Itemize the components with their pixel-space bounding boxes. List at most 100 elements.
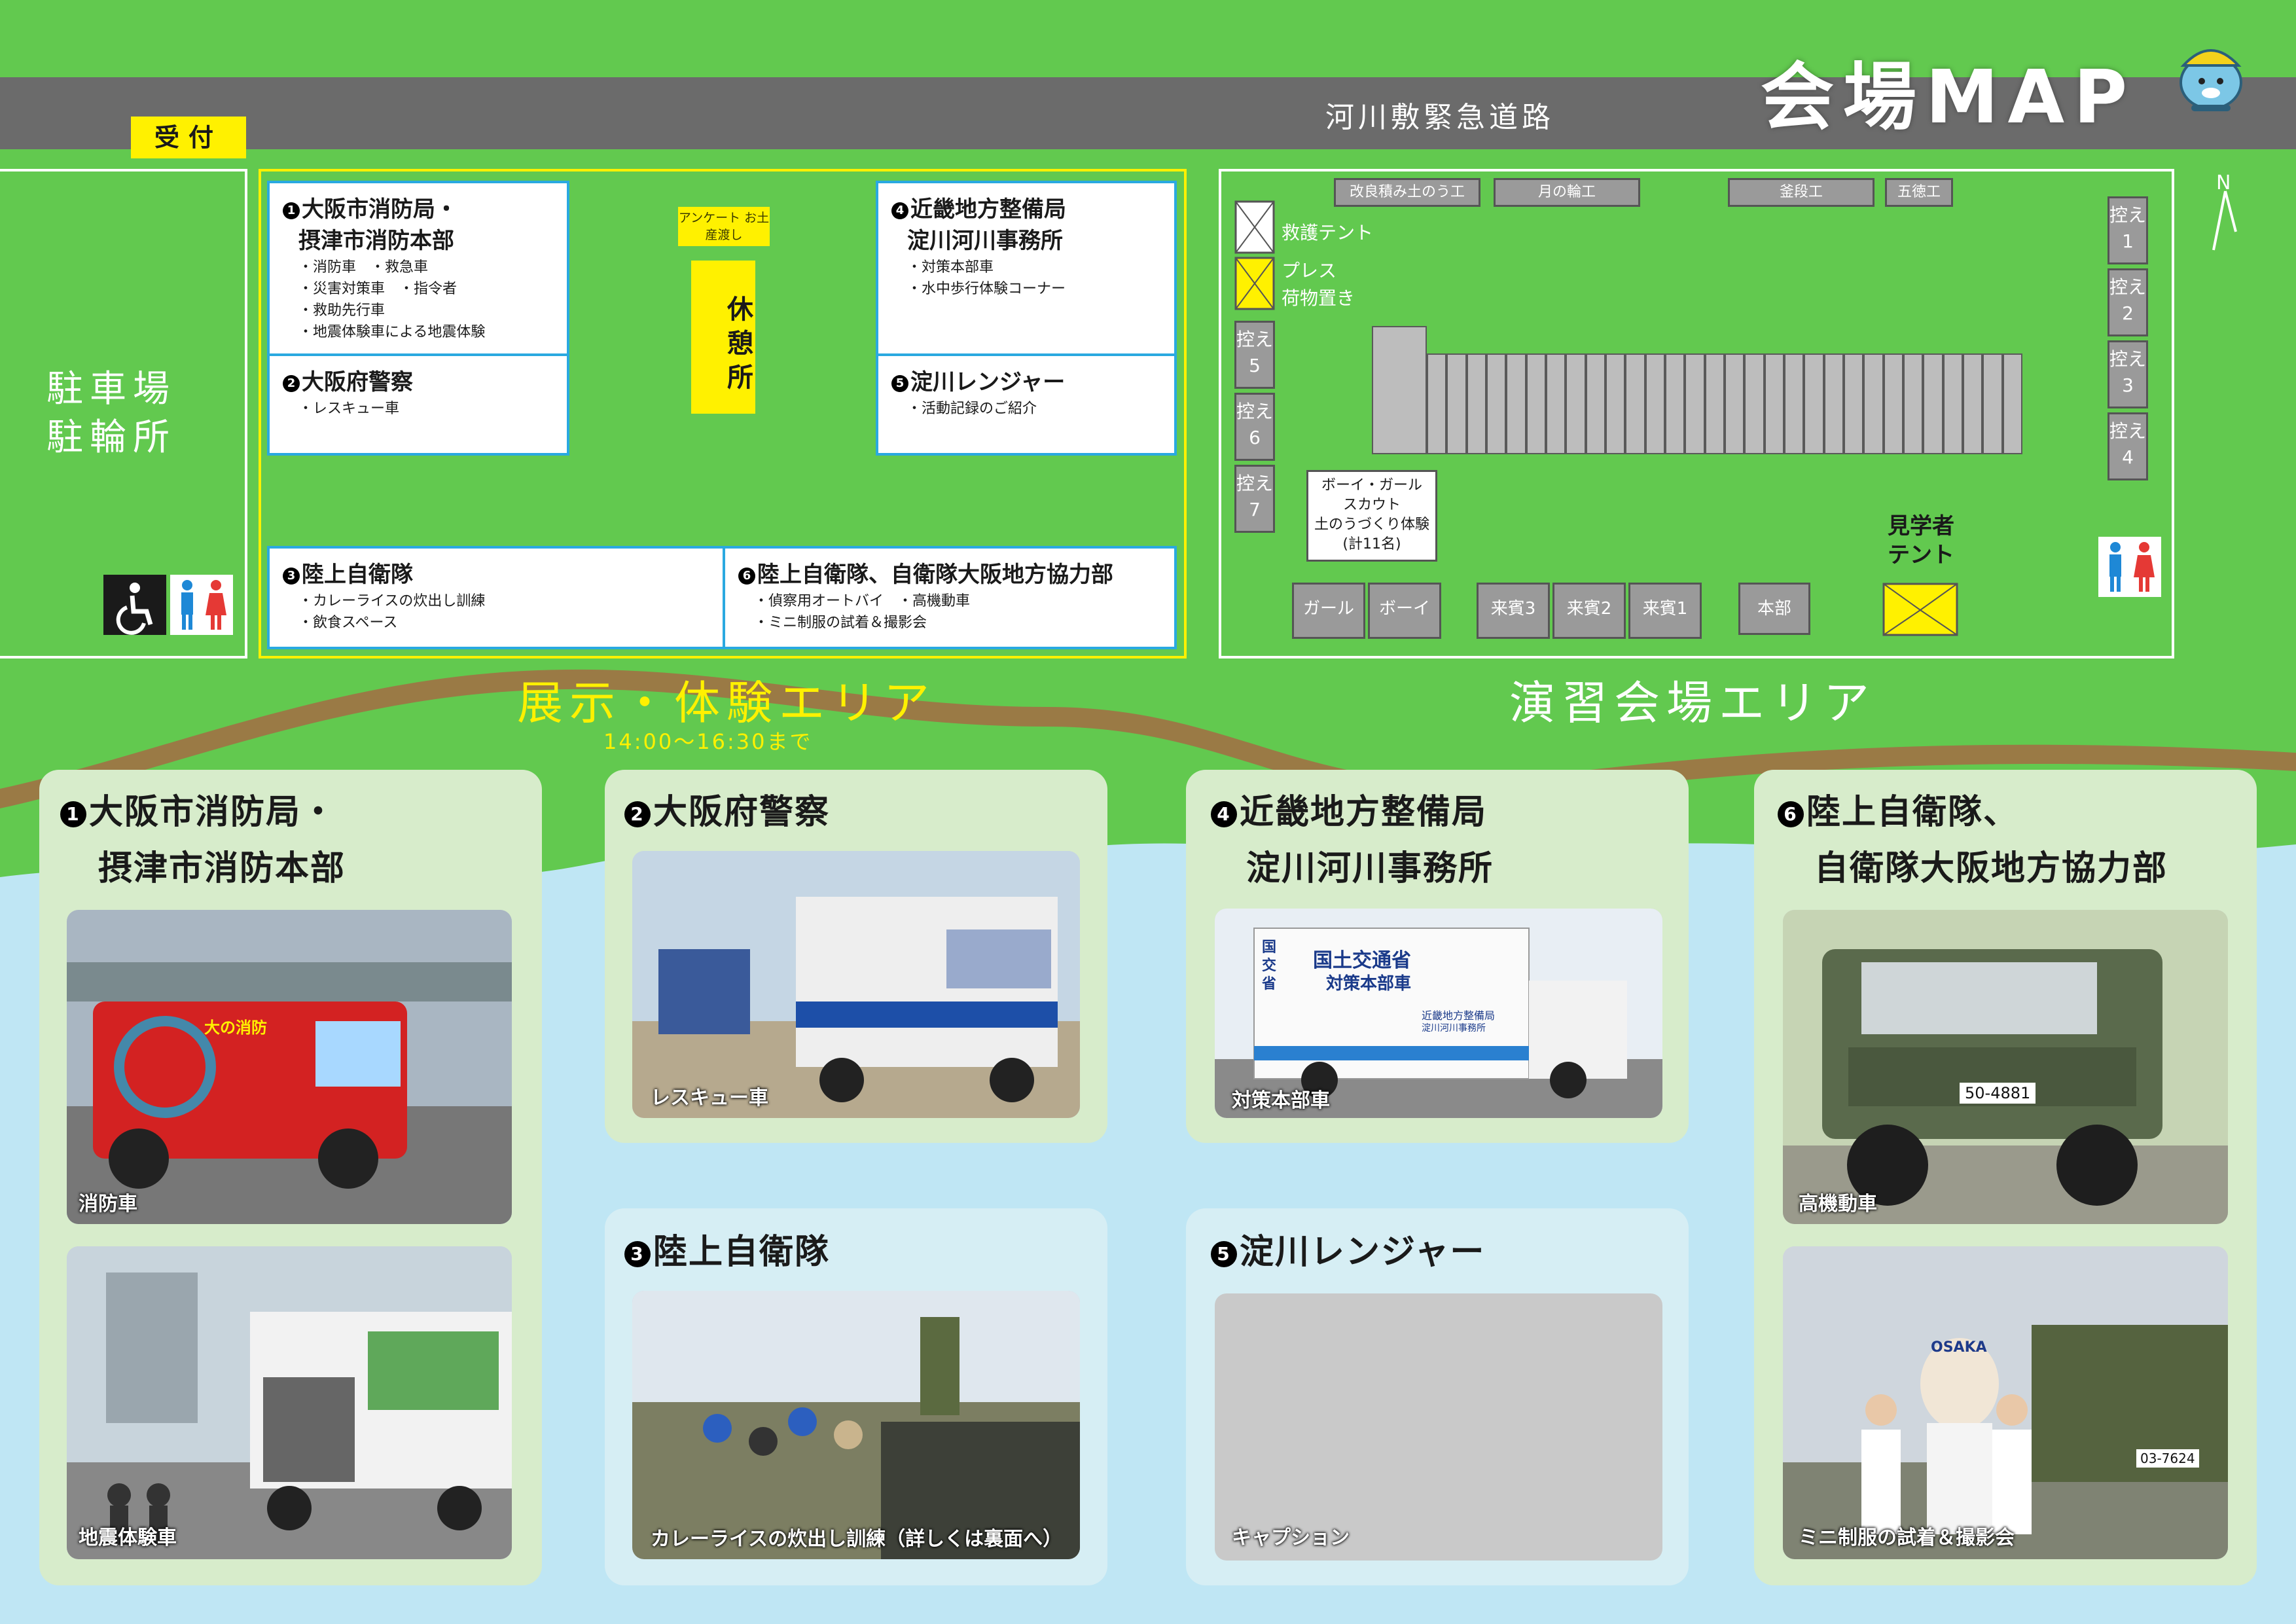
visitor-tent-label: 見学者 テント xyxy=(1878,512,1964,569)
exhibit-detail: ・ミニ制服の試着＆撮影会 xyxy=(754,615,927,631)
fire-truck-sign: 大の消防 xyxy=(204,1019,267,1037)
card-6-title-l1: 陸上自衛隊、 xyxy=(1806,793,2019,832)
tent-guest-1: 来賓1 xyxy=(1628,583,1702,639)
visitor-tent-icon xyxy=(1882,583,1958,636)
seating-large xyxy=(1372,326,1427,454)
exhibit-detail: ・レスキュー車 xyxy=(298,401,400,417)
card-6-title: 6 陸上自衛隊、 xyxy=(1778,784,2018,840)
exhibit-area-hours: 14:00〜16:30まで xyxy=(603,729,813,754)
exhibit-3-name: 3 陸上自衛隊 xyxy=(283,559,709,590)
exhibit-detail: ・対策本部車 xyxy=(907,259,994,276)
ready-4: 控え4 xyxy=(2108,412,2148,480)
exhibit-4-name-l2: 淀川河川事務所 xyxy=(907,228,1063,254)
tent-girl: ガール xyxy=(1292,583,1365,639)
seating-slot xyxy=(1664,353,1685,454)
number-badge: 2 xyxy=(283,374,300,392)
scout-l2: スカウト xyxy=(1342,497,1401,513)
press-tent-icon xyxy=(1234,257,1275,310)
seating-slot xyxy=(1923,353,1943,454)
exhibit-box-5: 5 淀川レンジャー ・活動記録のご紹介 xyxy=(876,353,1177,456)
mlit-side-text: 国交省 xyxy=(1262,939,1277,992)
exhibit-detail: ・カレーライスの炊出し訓練 xyxy=(298,593,486,609)
seating-slot xyxy=(1526,353,1546,454)
ready-7-label: 控え7 xyxy=(1236,473,1274,520)
exhibit-6-name-l1: 陸上自衛隊、自衛隊大阪地方協力部 xyxy=(757,562,1113,588)
photo-earthquake-truck: 地震体験車 xyxy=(67,1246,512,1559)
exhibit-box-3: 3 陸上自衛隊 ・カレーライスの炊出し訓練 ・飲食スペース xyxy=(267,546,725,649)
ready-1: 控え1 xyxy=(2108,196,2148,264)
parking-label: 駐車場 駐輪所 xyxy=(26,365,196,462)
mlit-text-l1: 国土交通省 xyxy=(1313,949,1411,972)
mascot-icon xyxy=(2179,49,2242,111)
restroom-icon xyxy=(170,575,233,635)
number-badge: 5 xyxy=(1211,1241,1237,1267)
seating-slot xyxy=(1625,353,1645,454)
exhibit-detail: ・消防車 ・救急車 xyxy=(298,259,429,276)
mlit-text-l4: 淀川河川事務所 xyxy=(1422,1023,1486,1034)
photo-hmv: 50-4881 高機動車 xyxy=(1783,910,2228,1224)
card-4-title: 4 近畿地方整備局 xyxy=(1211,784,1487,840)
drill-label-4: 五徳工 xyxy=(1885,178,1953,207)
road-label: 河川敷緊急道路 xyxy=(1325,101,1554,134)
drill-label-2: 月の輪工 xyxy=(1494,178,1640,207)
seating-slot xyxy=(1506,353,1526,454)
scout-l3: 土のうづくり体験 xyxy=(1314,516,1429,533)
exhibit-4-name-l1: 近畿地方整備局 xyxy=(910,196,1066,223)
survey-label: アンケート お土産渡し xyxy=(678,207,770,246)
bottom-tents-2: 来賓3 来賓2 来賓1 xyxy=(1477,583,1702,639)
mlit-text-l3: 近畿地方整備局 xyxy=(1422,1009,1496,1022)
caption-uniform: ミニ制服の試着＆撮影会 xyxy=(1799,1526,2015,1549)
seating-slot xyxy=(1446,353,1467,454)
seating-slot xyxy=(1685,353,1705,454)
seating-slot xyxy=(1903,353,1924,454)
page-title: 会場MAP xyxy=(1761,55,2137,140)
seating-slot xyxy=(1545,353,1566,454)
ready-3: 控え3 xyxy=(2108,340,2148,408)
ready-5: 控え5 xyxy=(1234,321,1275,389)
number-badge: 1 xyxy=(60,801,86,827)
photo-rescue-truck: レスキュー車 xyxy=(632,851,1080,1118)
exhibit-2-name-l1: 大阪府警察 xyxy=(302,369,413,395)
seating-slot xyxy=(1427,353,1447,454)
exhibit-5-name: 5 淀川レンジャー xyxy=(891,367,1161,398)
exhibit-3-name-l1: 陸上自衛隊 xyxy=(302,562,413,588)
number-badge: 3 xyxy=(283,567,300,585)
tent-guest-3: 来賓3 xyxy=(1477,583,1550,639)
ready-1-label: 控え1 xyxy=(2109,204,2147,252)
number-badge: 3 xyxy=(624,1241,651,1267)
photo-fire-truck: 大の消防 消防車 xyxy=(67,910,512,1224)
card-6-title-l2: 自衛隊大阪地方協力部 xyxy=(1814,849,2168,888)
photo-curry-training: カレーライスの炊出し訓練（詳しくは裏面へ） xyxy=(632,1291,1080,1559)
number-badge: 2 xyxy=(624,801,651,827)
exhibit-1-name-l1: 大阪市消防局・ xyxy=(302,196,457,223)
bottom-tents-1: ガール ボーイ xyxy=(1292,583,1441,639)
exhibit-box-2: 2 大阪府警察 ・レスキュー車 xyxy=(267,353,569,456)
tent-boy: ボーイ xyxy=(1368,583,1441,639)
seating-slot xyxy=(1744,353,1765,454)
rest-area-label: 休憩所 xyxy=(723,295,753,397)
seating-slot xyxy=(1466,353,1486,454)
ready-7: 控え7 xyxy=(1234,465,1275,533)
exhibit-1-name-l2: 摂津市消防本部 xyxy=(298,228,454,254)
accessible-icon xyxy=(103,575,166,635)
visitor-tent-l1: 見学者 xyxy=(1888,513,1954,539)
seating-slot xyxy=(1863,353,1884,454)
ready-4-label: 控え4 xyxy=(2109,420,2147,468)
mlit-text-l2: 対策本部車 xyxy=(1326,974,1412,994)
number-badge: 5 xyxy=(891,374,908,392)
photo-placeholder-ranger: キャプション xyxy=(1215,1293,1662,1561)
seating-slot xyxy=(1605,353,1626,454)
seating-slot xyxy=(1784,353,1804,454)
seating-slot xyxy=(1486,353,1507,454)
seating-slot xyxy=(1645,353,1665,454)
drill-label-3: 釜段工 xyxy=(1728,178,1874,207)
ready-5-label: 控え5 xyxy=(1236,329,1274,376)
drill-area-title: 演習会場エリア xyxy=(1509,676,1876,730)
osaka-cap-text: OSAKA xyxy=(1931,1339,1987,1356)
card-3-title: 3 陸上自衛隊 xyxy=(624,1224,830,1280)
caption-fire-truck: 消防車 xyxy=(79,1193,137,1216)
exhibit-detail: ・飲食スペース xyxy=(298,615,398,631)
restroom-icon-drill xyxy=(2098,537,2161,597)
press-label-l2: 荷物置き xyxy=(1282,287,1355,309)
ready-3-label: 控え3 xyxy=(2109,348,2147,396)
